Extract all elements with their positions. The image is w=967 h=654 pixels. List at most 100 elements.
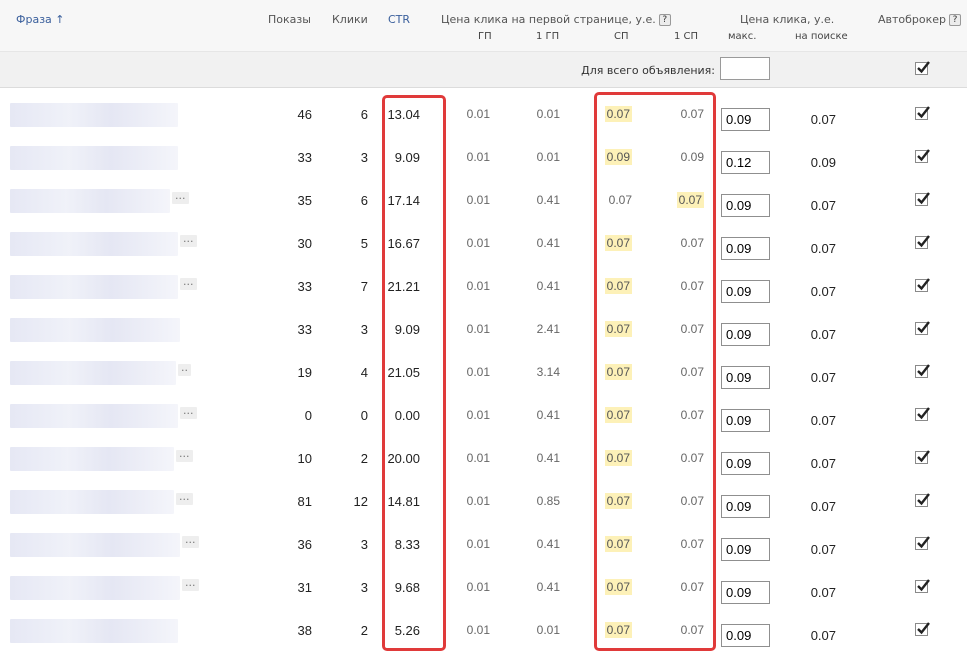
max-price-input[interactable]: 0.09	[721, 452, 770, 475]
max-price-input[interactable]: 0.09	[721, 581, 770, 604]
max-price-input[interactable]: 0.09	[721, 194, 770, 217]
more-dots-icon[interactable]: ...	[176, 491, 193, 505]
phrase-text[interactable]	[10, 619, 178, 643]
gp-cell: 0.01	[466, 494, 490, 508]
whole-ad-price-input[interactable]	[720, 57, 770, 80]
shows-cell: 30	[297, 236, 312, 251]
more-dots-icon[interactable]: ...	[182, 577, 199, 591]
clicks-cell: 5	[360, 236, 368, 251]
shows-cell: 31	[297, 580, 312, 595]
search-price-cell: 0.07	[810, 370, 836, 385]
checkbox-checked-icon[interactable]	[915, 450, 930, 464]
checkbox-checked-icon[interactable]	[915, 493, 930, 507]
whole-ad-row: Для всего объявления:	[0, 52, 967, 88]
clicks-cell: 2	[360, 451, 368, 466]
checkbox-checked-icon[interactable]	[915, 321, 930, 335]
phrase-column-header[interactable]: Фраза ↑	[16, 13, 65, 26]
max-price-input[interactable]: 0.09	[721, 237, 770, 260]
checkbox-checked-icon[interactable]	[915, 536, 930, 550]
one-gp-cell: 0.41	[536, 537, 560, 551]
checkbox-checked-icon[interactable]	[915, 235, 930, 249]
checkbox-checked-icon[interactable]	[915, 364, 930, 378]
table-row: ... 35 6 17.14 0.01 0.41 0.07 0.07 0.09 0.07	[0, 179, 967, 222]
shows-cell: 81	[297, 494, 312, 509]
checkbox-checked-icon[interactable]	[915, 192, 930, 206]
phrase-text[interactable]	[10, 447, 174, 471]
checkbox-checked-icon[interactable]	[915, 622, 930, 636]
clicks-cell: 12	[353, 494, 368, 509]
first-page-price-header: Цена клика на первой странице, у.е.?	[441, 13, 671, 26]
max-price-input[interactable]: 0.09	[721, 409, 770, 432]
more-dots-icon[interactable]: ...	[182, 534, 199, 548]
one-gp-cell: 0.01	[536, 107, 560, 121]
more-dots-icon[interactable]: ..	[178, 362, 191, 376]
phrase-text[interactable]	[10, 103, 178, 127]
more-dots-icon[interactable]: ...	[172, 190, 189, 204]
table-row: ... 10 2 20.00 0.01 0.41 0.07 0.07 0.09 0.07	[0, 437, 967, 480]
gp-cell: 0.01	[466, 150, 490, 164]
table-row: 33 3 9.09 0.01 0.01 0.09 0.09 0.12 0.09	[0, 136, 967, 179]
whole-ad-label: Для всего объявления:	[581, 64, 715, 77]
gp-cell: 0.01	[466, 580, 490, 594]
ctr-highlight-box	[382, 95, 446, 651]
more-dots-icon[interactable]: ...	[180, 276, 197, 290]
one-gp-cell: 0.41	[536, 279, 560, 293]
help-icon[interactable]: ?	[658, 14, 671, 26]
checkbox-checked-icon[interactable]	[915, 407, 930, 421]
gp-cell: 0.01	[466, 623, 490, 637]
one-gp-cell: 0.01	[536, 623, 560, 637]
phrase-text[interactable]	[10, 189, 170, 213]
clicks-cell: 3	[360, 580, 368, 595]
phrase-text[interactable]	[10, 318, 180, 342]
checkbox-checked-icon[interactable]	[915, 149, 930, 163]
phrase-text[interactable]	[10, 361, 176, 385]
sort-arrow-up-icon: ↑	[55, 13, 65, 26]
shows-cell: 46	[297, 107, 312, 122]
clicks-cell: 3	[360, 322, 368, 337]
gp-cell: 0.01	[466, 451, 490, 465]
clicks-cell: 6	[360, 107, 368, 122]
phrase-text[interactable]	[10, 232, 178, 256]
max-price-input[interactable]: 0.09	[721, 495, 770, 518]
gp-subheader: ГП	[478, 31, 492, 42]
help-icon[interactable]: ?	[949, 14, 962, 26]
one-gp-subheader: 1 ГП	[536, 31, 560, 42]
checkbox-checked-icon[interactable]	[915, 61, 930, 75]
max-price-input[interactable]: 0.09	[721, 538, 770, 561]
shows-cell: 33	[297, 150, 312, 165]
shows-cell: 33	[297, 322, 312, 337]
phrase-text[interactable]	[10, 576, 180, 600]
max-price-input[interactable]: 0.09	[721, 624, 770, 647]
clicks-column-header[interactable]: Клики	[332, 13, 368, 26]
search-price-cell: 0.07	[810, 456, 836, 471]
max-price-input[interactable]: 0.09	[721, 108, 770, 131]
more-dots-icon[interactable]: ...	[180, 233, 197, 247]
shows-column-header[interactable]: Показы	[268, 13, 311, 26]
gp-cell: 0.01	[466, 322, 490, 336]
max-price-input[interactable]: 0.12	[721, 151, 770, 174]
phrase-text[interactable]	[10, 275, 178, 299]
table-row: ... 33 7 21.21 0.01 0.41 0.07 0.07 0.09 0.07	[0, 265, 967, 308]
max-price-input[interactable]: 0.09	[721, 323, 770, 346]
checkbox-checked-icon[interactable]	[915, 106, 930, 120]
one-sp-subheader: 1 СП	[674, 31, 699, 42]
search-price-cell: 0.07	[810, 327, 836, 342]
max-price-input[interactable]: 0.09	[721, 366, 770, 389]
checkbox-checked-icon[interactable]	[915, 579, 930, 593]
sp-highlight-box	[594, 92, 716, 651]
max-price-input[interactable]: 0.09	[721, 280, 770, 303]
phrase-text[interactable]	[10, 146, 178, 170]
phrase-text[interactable]	[10, 490, 174, 514]
phrase-text[interactable]	[10, 533, 180, 557]
more-dots-icon[interactable]: ...	[180, 405, 197, 419]
search-price-cell: 0.07	[810, 241, 836, 256]
shows-cell: 33	[297, 279, 312, 294]
search-price-cell: 0.07	[810, 198, 836, 213]
more-dots-icon[interactable]: ...	[176, 448, 193, 462]
ctr-column-header[interactable]: CTR	[388, 13, 410, 26]
phrase-text[interactable]	[10, 404, 178, 428]
shows-cell: 10	[297, 451, 312, 466]
checkbox-checked-icon[interactable]	[915, 278, 930, 292]
table-row: 38 2 5.26 0.01 0.01 0.07 0.07 0.09 0.07	[0, 609, 967, 652]
one-gp-cell: 0.41	[536, 236, 560, 250]
